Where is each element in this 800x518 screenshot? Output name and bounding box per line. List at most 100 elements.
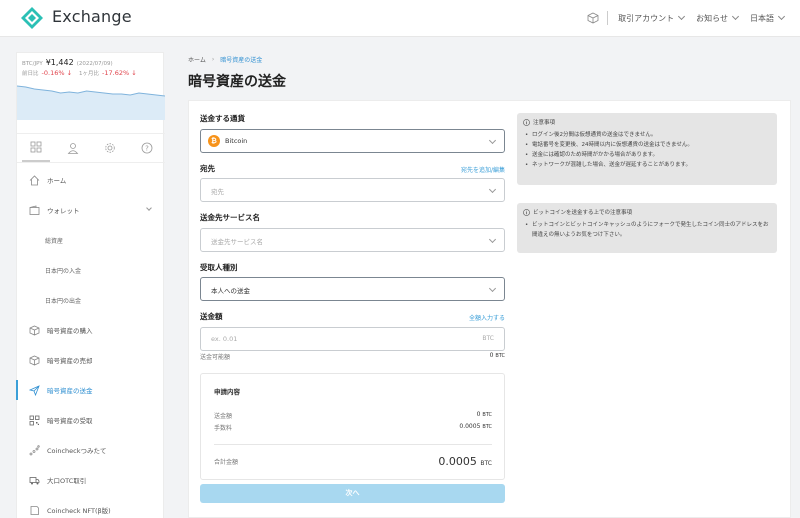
available-label: 送金可能額 bbox=[200, 354, 231, 361]
sidebar-item-label: 日本円の入金 bbox=[45, 267, 82, 275]
service-label: 送金先サービス名 bbox=[200, 213, 260, 222]
destination-select[interactable]: 宛先 bbox=[200, 178, 505, 202]
sidebar-item-total-assets[interactable]: 総資産 bbox=[17, 225, 165, 255]
breadcrumb-current: 暗号資産の送金 bbox=[220, 57, 263, 64]
service-select[interactable]: 送金先サービス名 bbox=[200, 228, 505, 252]
header-divider bbox=[607, 11, 609, 25]
sidebar-item-label: 大口OTC取引 bbox=[47, 477, 87, 485]
grid-icon bbox=[30, 141, 41, 153]
chevron-down-icon bbox=[731, 12, 740, 21]
chevron-down-icon bbox=[777, 12, 786, 21]
price-sparkline bbox=[17, 85, 165, 120]
sidebar-item-otc[interactable]: 大口OTC取引 bbox=[17, 465, 165, 495]
currency-select[interactable]: ₿ Bitcoin bbox=[200, 129, 505, 153]
account-menu[interactable]: 取引アカウント bbox=[618, 12, 686, 24]
sidebar-item-label: Coincheckつみたて bbox=[47, 447, 107, 455]
sidebar-item-label: 暗号資産の受取 bbox=[47, 417, 93, 425]
destination-label: 宛先 bbox=[200, 164, 215, 173]
service-placeholder: 送金先サービス名 bbox=[211, 238, 263, 246]
sidebar-item-sell-crypto[interactable]: 暗号資産の売却 bbox=[17, 345, 165, 375]
sidebar-item-label: 暗号資産の送金 bbox=[47, 387, 93, 395]
edit-destinations-link[interactable]: 宛先を追加/編集 bbox=[461, 165, 505, 174]
notice-list: ビットコインとビットコインキャッシュのようにフォークで発生したコイン同士のアドレ… bbox=[525, 220, 769, 240]
sidebar-item-label: 総資産 bbox=[45, 237, 64, 245]
sidebar-item-tsumitate[interactable]: Coincheckつみたて bbox=[17, 435, 165, 465]
summary-total-unit: BTC bbox=[480, 460, 492, 467]
rate-widget[interactable]: BTC/JPY ¥1,442 (2022/07/09) 前日比 -0.16% ↓ 1ヶ月… bbox=[17, 53, 165, 120]
sidebar-item-label: 暗号資産の売却 bbox=[47, 357, 93, 365]
sidebar-nav: ホーム ウォレット 総資産 日本円の入金 日本円の出金 暗号資産の購入 暗号資産… bbox=[16, 165, 165, 518]
chevron-down-icon bbox=[488, 235, 497, 244]
brand-name[interactable]: Exchange bbox=[52, 7, 132, 26]
chart-icon bbox=[29, 444, 40, 455]
notice-box-general: 注意事項 ログイン後2分間は仮想通貨の送金はできません。 電話番号を変更後、24… bbox=[517, 113, 777, 185]
rate-price: ¥1,442 bbox=[45, 58, 74, 67]
chevron-down-icon bbox=[488, 136, 497, 145]
summary-amount: 0 BTC bbox=[477, 411, 492, 418]
recipient-type-select[interactable]: 本人への送金 bbox=[200, 277, 505, 301]
notice-title-row: ビットコインを送金する上での注意事項 bbox=[523, 208, 632, 216]
chevron-down-icon bbox=[488, 185, 497, 194]
sidebar-item-label: Coincheck NFT(β版) bbox=[47, 507, 111, 515]
summary-box: 申請内容 送金額 0 BTC 手数料 0.0005 BTC 合計金額 0.000… bbox=[200, 373, 505, 480]
sidebar-item-wallet[interactable]: ウォレット bbox=[17, 195, 165, 225]
sidebar-item-nft[interactable]: Coincheck NFT(β版) bbox=[17, 495, 165, 518]
sidebar-item-jpy-deposit[interactable]: 日本円の入金 bbox=[17, 255, 165, 285]
notice-item: ログイン後2分間は仮想通貨の送金はできません。 bbox=[525, 130, 769, 140]
recipient-type-label: 受取人種別 bbox=[200, 263, 238, 272]
amount-unit: BTC bbox=[482, 335, 494, 342]
qr-icon bbox=[29, 415, 40, 425]
month-change-label: 1ヶ月比 bbox=[79, 71, 100, 77]
breadcrumb: ホーム › 暗号資産の送金 bbox=[188, 55, 262, 64]
available-value: 0 bbox=[489, 352, 494, 359]
month-change-value: -17.62% ↓ bbox=[102, 69, 137, 77]
coincheck-logo-icon[interactable] bbox=[20, 6, 44, 30]
account-menu-label: 取引アカウント bbox=[618, 13, 675, 23]
notice-title: ビットコインを送金する上での注意事項 bbox=[533, 210, 633, 216]
notice-item: ビットコインとビットコインキャッシュのようにフォークで発生したコイン同士のアドレ… bbox=[525, 220, 769, 240]
notice-title: 注意事項 bbox=[533, 120, 556, 126]
sidebar-item-label: ホーム bbox=[47, 177, 67, 185]
nft-icon bbox=[30, 505, 39, 515]
rate-date: (2022/07/09) bbox=[76, 61, 113, 67]
chevron-down-icon bbox=[146, 205, 152, 211]
sidebar-item-receive-crypto[interactable]: 暗号資産の受取 bbox=[17, 405, 165, 435]
tab-grid[interactable] bbox=[21, 134, 50, 162]
notice-title-row: 注意事項 bbox=[523, 118, 555, 126]
summary-title: 申請内容 bbox=[214, 388, 240, 396]
cube-icon[interactable] bbox=[587, 12, 599, 24]
amount-input[interactable]: ex. 0.01 BTC bbox=[200, 327, 505, 351]
fill-max-link[interactable]: 全額入力する bbox=[469, 313, 505, 322]
language-menu[interactable]: 日本語 bbox=[750, 12, 786, 24]
sidebar-item-label: 日本円の出金 bbox=[45, 297, 82, 305]
sidebar-item-send-crypto[interactable]: 暗号資産の送金 bbox=[16, 375, 165, 405]
tab-user[interactable] bbox=[59, 134, 87, 162]
chevron-down-icon bbox=[678, 12, 686, 21]
day-change-label: 前日比 bbox=[22, 71, 39, 77]
recipient-type-value: 本人への送金 bbox=[211, 287, 250, 295]
sidebar-item-buy-crypto[interactable]: 暗号資産の購入 bbox=[17, 315, 165, 345]
bitcoin-icon: ₿ bbox=[208, 135, 220, 147]
next-button[interactable]: 次へ bbox=[200, 484, 505, 503]
currency-value: Bitcoin bbox=[225, 137, 248, 145]
cube-icon bbox=[29, 325, 40, 335]
available-amount: 0 BTC bbox=[490, 352, 505, 359]
sidebar-item-label: ウォレット bbox=[47, 207, 80, 215]
sidebar-item-home[interactable]: ホーム bbox=[17, 165, 165, 195]
tab-settings[interactable] bbox=[96, 134, 124, 162]
breadcrumb-home-link[interactable]: ホーム bbox=[188, 55, 206, 64]
summary-fee-label: 手数料 bbox=[214, 425, 233, 432]
amount-placeholder: ex. 0.01 bbox=[211, 335, 238, 343]
wallet-icon bbox=[29, 204, 40, 215]
notice-box-bitcoin: ビットコインを送金する上での注意事項 ビットコインとビットコインキャッシュのよう… bbox=[517, 203, 777, 253]
info-icon bbox=[523, 118, 530, 126]
summary-fee-value: 0.0005 bbox=[459, 423, 481, 430]
sidebar-item-jpy-withdraw[interactable]: 日本円の出金 bbox=[17, 285, 165, 315]
page-title: 暗号資産の送金 bbox=[188, 74, 286, 90]
language-menu-label: 日本語 bbox=[750, 13, 774, 23]
destination-placeholder: 宛先 bbox=[211, 188, 224, 196]
home-icon bbox=[29, 174, 40, 185]
tab-help[interactable]: ? bbox=[133, 134, 161, 162]
available-unit: BTC bbox=[495, 353, 505, 359]
notice-menu[interactable]: お知らせ bbox=[696, 12, 740, 24]
